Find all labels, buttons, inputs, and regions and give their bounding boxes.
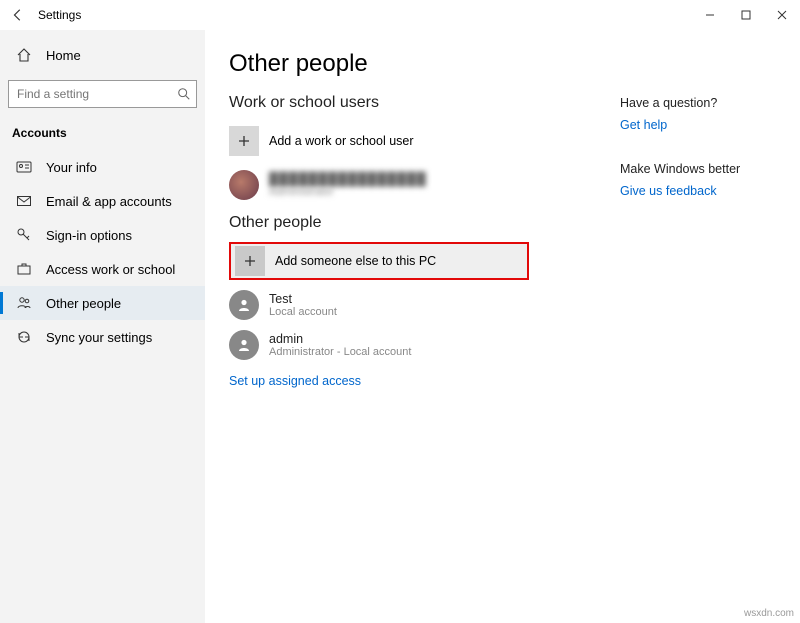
assigned-access-link[interactable]: Set up assigned access <box>229 374 361 388</box>
maximize-button[interactable] <box>728 0 764 30</box>
mail-icon <box>16 193 32 209</box>
sync-icon <box>16 329 32 345</box>
sidebar-section-header: Accounts <box>0 122 205 150</box>
watermark: wsxdn.com <box>744 608 794 619</box>
avatar <box>229 330 259 360</box>
user-name: admin <box>269 332 411 346</box>
section-other-people-heading: Other people <box>229 214 620 232</box>
briefcase-icon <box>16 261 32 277</box>
home-icon <box>16 47 32 63</box>
feedback-link[interactable]: Give us feedback <box>620 184 717 198</box>
user-role: Local account <box>269 306 337 318</box>
sidebar-item-other-people[interactable]: Other people <box>0 286 205 320</box>
avatar <box>229 170 259 200</box>
page-title: Other people <box>229 50 620 78</box>
have-question-label: Have a question? <box>620 96 780 110</box>
sidebar-item-email[interactable]: Email & app accounts <box>0 184 205 218</box>
plus-icon <box>229 126 259 156</box>
search-input[interactable] <box>8 80 197 108</box>
make-windows-better-label: Make Windows better <box>620 162 780 176</box>
sidebar-item-label: Sync your settings <box>46 330 152 345</box>
back-button[interactable] <box>8 5 28 25</box>
user-name: Test <box>269 292 337 306</box>
sidebar-item-label: Other people <box>46 296 121 311</box>
sidebar-home[interactable]: Home <box>0 38 205 72</box>
user-name: ████████████████ <box>269 172 427 186</box>
sidebar-item-label: Your info <box>46 160 97 175</box>
sidebar-item-signin[interactable]: Sign-in options <box>0 218 205 252</box>
add-work-school-user-button[interactable]: Add a work or school user <box>229 122 529 160</box>
search-icon <box>177 87 191 101</box>
sidebar-item-label: Sign-in options <box>46 228 132 243</box>
minimize-button[interactable] <box>692 0 728 30</box>
sidebar: Home Accounts Your info Email & app acco… <box>0 30 205 623</box>
id-card-icon <box>16 159 32 175</box>
plus-icon <box>235 246 265 276</box>
key-icon <box>16 227 32 243</box>
people-icon <box>16 295 32 311</box>
sidebar-home-label: Home <box>46 48 81 63</box>
work-school-user-row[interactable]: ████████████████ Administrator <box>229 170 620 200</box>
search-box <box>8 80 197 108</box>
close-button[interactable] <box>764 0 800 30</box>
sidebar-item-sync[interactable]: Sync your settings <box>0 320 205 354</box>
other-user-row[interactable]: admin Administrator - Local account <box>229 330 620 360</box>
sidebar-item-work-school[interactable]: Access work or school <box>0 252 205 286</box>
sidebar-item-your-info[interactable]: Your info <box>0 150 205 184</box>
other-user-row[interactable]: Test Local account <box>229 290 620 320</box>
add-work-school-label: Add a work or school user <box>269 134 414 148</box>
sidebar-item-label: Access work or school <box>46 262 175 277</box>
section-work-school-heading: Work or school users <box>229 94 620 112</box>
avatar <box>229 290 259 320</box>
user-role: Administrator - Local account <box>269 346 411 358</box>
add-someone-else-label: Add someone else to this PC <box>275 254 436 268</box>
sidebar-item-label: Email & app accounts <box>46 194 172 209</box>
get-help-link[interactable]: Get help <box>620 118 667 132</box>
window-title: Settings <box>38 8 81 22</box>
user-role: Administrator <box>269 186 427 198</box>
add-someone-else-button[interactable]: Add someone else to this PC <box>229 242 529 280</box>
